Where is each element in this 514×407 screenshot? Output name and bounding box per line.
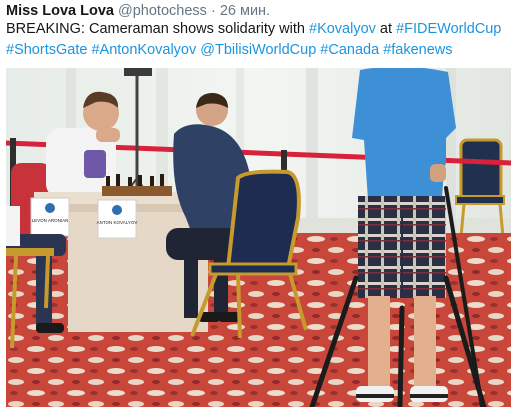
- chess-board: [102, 186, 172, 196]
- nameplate-left: LEVON ARONIAN: [32, 218, 69, 223]
- header-separator: ·: [210, 3, 216, 19]
- author-name[interactable]: Miss Lova Lova: [6, 3, 114, 19]
- hashtag-link[interactable]: #ShortsGate: [6, 42, 87, 58]
- hashtag-link[interactable]: #Canada: [320, 42, 379, 58]
- mention-link[interactable]: @TbilisiWorldCup: [200, 42, 316, 58]
- photo-scene: LEVON ARONIAN ANTON KOVALYOV: [6, 68, 511, 407]
- author-handle[interactable]: @photochess: [118, 3, 207, 19]
- tweet-header: Miss Lova Lova @photochess · 26 мин.: [6, 2, 511, 20]
- nameplate-right: ANTON KOVALYOV: [97, 220, 138, 225]
- hashtag-link[interactable]: #Kovalyov: [309, 21, 376, 37]
- nameplate-left-card: LEVON ARONIAN: [30, 197, 70, 237]
- tweet-timestamp[interactable]: 26 мин.: [220, 3, 270, 19]
- tweet-photo[interactable]: LEVON ARONIAN ANTON KOVALYOV: [6, 68, 511, 407]
- tweet-text-segment: at: [375, 21, 397, 37]
- nameplate-right-card: ANTON KOVALYOV: [97, 199, 138, 239]
- tweet-text-segment: BREAKING: Cameraman shows solidarity wit…: [6, 21, 309, 37]
- hashtag-link[interactable]: #AntonKovalyov: [91, 42, 196, 58]
- hashtag-link[interactable]: #FIDEWorldCup: [396, 21, 501, 37]
- hashtag-link[interactable]: #fakenews: [383, 42, 452, 58]
- tweet-text: BREAKING: Cameraman shows solidarity wit…: [6, 19, 511, 60]
